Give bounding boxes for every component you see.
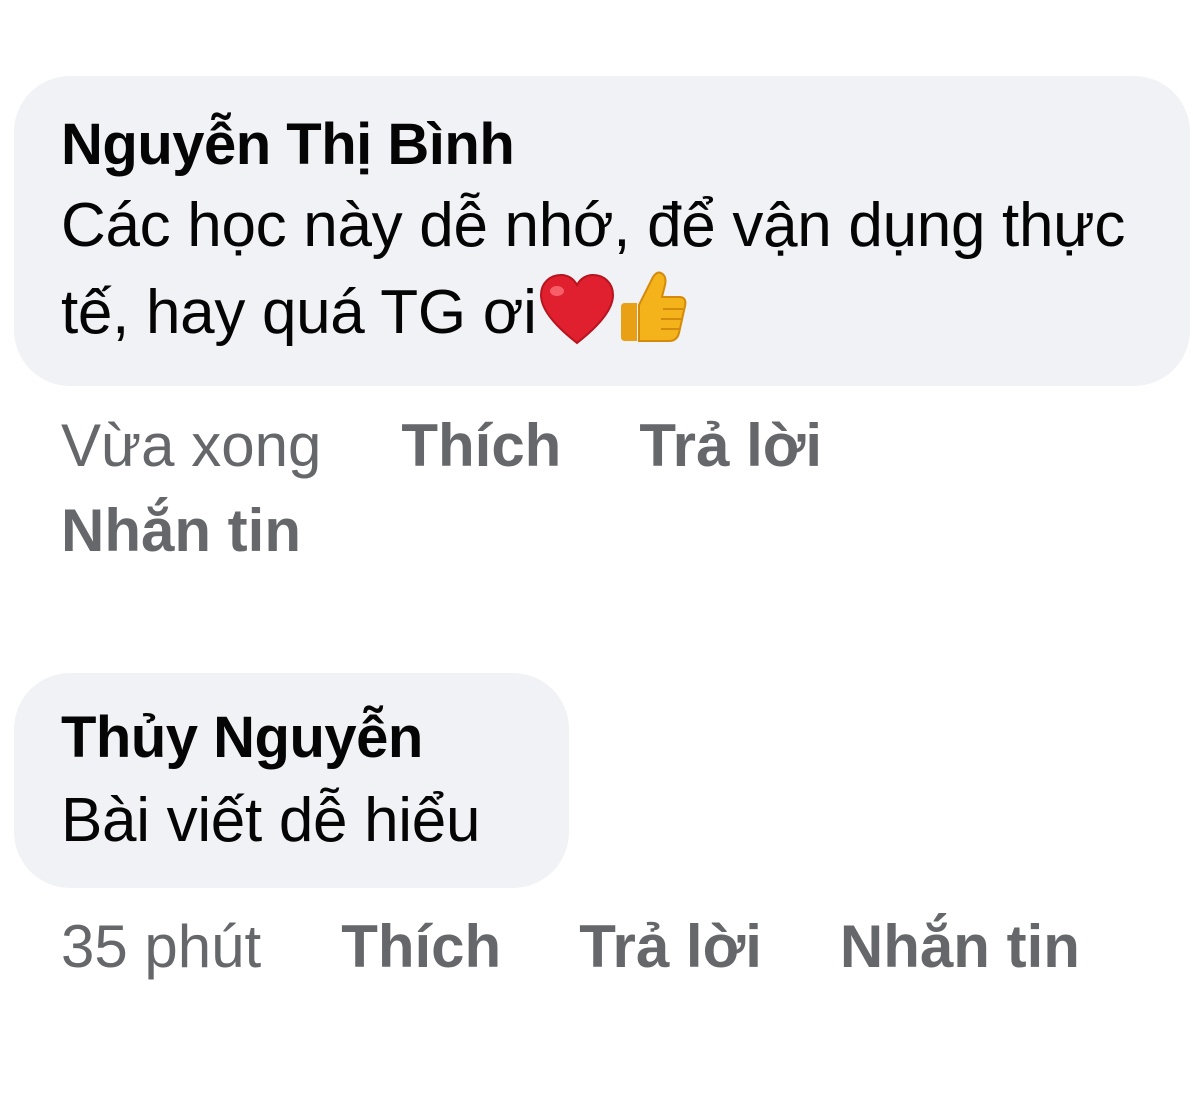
comment-actions: 35 phút Thích Trả lời Nhắn tin (61, 905, 1080, 989)
thumbs-up-icon (617, 269, 689, 368)
comment-text: Các học này dễ nhớ, để vận dụng thực tế,… (61, 182, 1144, 368)
comment-text: Bài viết dễ hiểu (61, 786, 481, 855)
comment-author[interactable]: Thủy Nguyễn (61, 703, 529, 773)
reply-button[interactable]: Trả lời (579, 913, 762, 980)
message-button[interactable]: Nhắn tin (840, 913, 1080, 980)
heart-icon (537, 273, 617, 368)
like-button[interactable]: Thích (341, 913, 501, 980)
comment-author[interactable]: Nguyễn Thị Bình (61, 110, 1144, 180)
comment-timestamp[interactable]: 35 phút (61, 913, 261, 980)
message-button[interactable]: Nhắn tin (61, 497, 301, 564)
comment-actions: Vừa xong Thích Trả lời (61, 404, 822, 488)
comment-bubble[interactable]: Nguyễn Thị Bình Các học này dễ nhớ, để v… (14, 76, 1190, 386)
comment-bubble[interactable]: Thủy Nguyễn Bài viết dễ hiểu (14, 673, 569, 888)
comment-actions-wrap: Nhắn tin (61, 489, 301, 573)
like-button[interactable]: Thích (401, 412, 561, 479)
reply-button[interactable]: Trả lời (639, 412, 822, 479)
comment-timestamp[interactable]: Vừa xong (61, 412, 321, 479)
